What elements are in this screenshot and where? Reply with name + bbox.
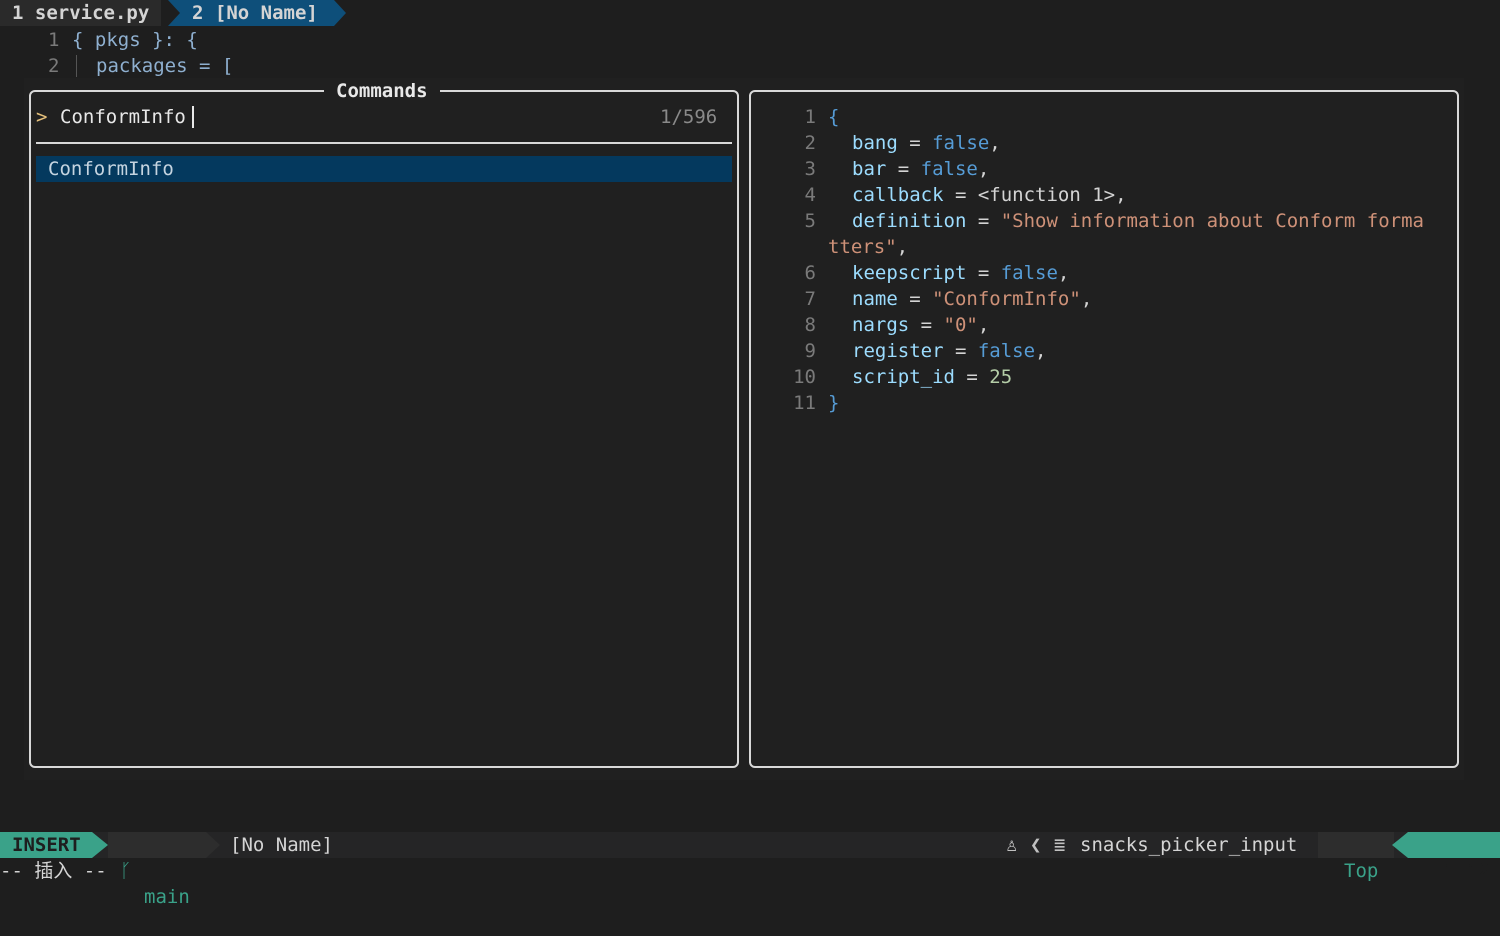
code-line: keepscript = false, xyxy=(852,262,1070,284)
separator-arrow xyxy=(1392,832,1408,858)
line-number: 4 xyxy=(804,184,816,206)
picker-list-panel xyxy=(29,90,739,768)
code-line: register = false, xyxy=(852,340,1047,362)
code-line: bar = false, xyxy=(852,158,990,180)
code-key: keepscript xyxy=(852,262,967,284)
code-line: name = "ConformInfo", xyxy=(852,288,1093,310)
line-number: 6 xyxy=(804,262,816,284)
code-key: callback xyxy=(852,184,944,206)
code-value: false xyxy=(932,132,990,154)
line-number: 5 xyxy=(804,210,816,232)
git-branch[interactable]: ᚴ main xyxy=(108,832,206,908)
code-key: script_id xyxy=(852,366,955,388)
code-value: "0" xyxy=(943,314,978,336)
match-count: 1/596 xyxy=(660,106,718,128)
code-key: register xyxy=(852,340,944,362)
picker-title: Commands xyxy=(324,78,440,104)
code-line: packages = [ xyxy=(96,55,234,77)
code-value: "ConformInfo" xyxy=(932,288,1081,310)
code-line: bang = false, xyxy=(852,132,1001,154)
position-label: 1:12 xyxy=(1444,860,1490,882)
code-line: definition = "Show information about Con… xyxy=(852,210,1424,232)
lock-icon: ♙ xyxy=(1006,834,1018,856)
line-number: 11 xyxy=(793,392,816,414)
line-number: 9 xyxy=(804,340,816,362)
list-item[interactable]: ConformInfo xyxy=(36,156,732,182)
prompt-chevron-icon: > xyxy=(36,106,48,128)
code-line: { pkgs }: { xyxy=(72,29,198,51)
filetype-icon: ≣ xyxy=(1054,834,1066,856)
separator-arrow xyxy=(206,832,220,858)
indent-guide xyxy=(76,55,77,77)
code-key: bar xyxy=(852,158,887,180)
search-input[interactable]: ConformInfo xyxy=(60,104,186,130)
git-branch-icon: ᚴ xyxy=(120,860,132,882)
scroll-label: Top xyxy=(1344,860,1379,882)
line-number: 8 xyxy=(804,314,816,336)
brace-close: } xyxy=(828,392,840,414)
code-value: false xyxy=(977,340,1036,362)
tab-label: 2 [No Name] xyxy=(192,2,318,24)
code-line: script_id = 25 xyxy=(852,366,1013,388)
filetype: snacks_picker_input xyxy=(1080,834,1298,856)
line-number: 2 xyxy=(804,132,816,154)
file-name: [No Name] xyxy=(230,834,333,856)
code-value: tters" xyxy=(828,236,897,258)
code-value: false xyxy=(1000,262,1058,284)
tab-no-name[interactable]: 2 [No Name] xyxy=(168,0,346,26)
command-line: -- 插入 -- xyxy=(0,860,107,882)
code-value: false xyxy=(920,158,978,180)
line-number: 3 xyxy=(804,158,816,180)
line-number: 1 xyxy=(48,29,60,51)
code-key: bang xyxy=(852,132,898,154)
code-line: nargs = "0", xyxy=(852,314,990,336)
scroll-indicator: Top xyxy=(1318,832,1394,882)
tab-service-py[interactable]: 1 service.py xyxy=(0,0,162,26)
statusline: INSERT ᚴ main [No Name] ♙ ❮ ≣ snacks_pic… xyxy=(0,832,1500,908)
code-line-wrap: tters", xyxy=(828,236,909,258)
text-cursor xyxy=(192,106,194,128)
line-number: 1 xyxy=(804,106,816,128)
line-number: 2 xyxy=(48,55,60,77)
code-key: nargs xyxy=(852,314,910,336)
code-key: definition xyxy=(852,210,967,232)
code-value: "Show information about Conform forma xyxy=(1000,210,1424,232)
chevron-left-icon: ❮ xyxy=(1030,834,1042,856)
code-value: <function 1> xyxy=(977,184,1116,206)
code-value: 25 xyxy=(989,366,1013,388)
mode-indicator: INSERT xyxy=(0,832,92,858)
code-key: name xyxy=(852,288,898,310)
branch-name: main xyxy=(144,886,190,908)
cursor-position: 1:12 xyxy=(1408,832,1500,882)
separator-arrow xyxy=(92,832,108,858)
line-number: 7 xyxy=(804,288,816,310)
list-item-label: ConformInfo xyxy=(48,158,174,180)
brace-open: { xyxy=(828,106,840,128)
line-number: 10 xyxy=(793,366,816,388)
code-line: callback = <function 1>, xyxy=(852,184,1127,206)
input-separator xyxy=(36,142,732,144)
